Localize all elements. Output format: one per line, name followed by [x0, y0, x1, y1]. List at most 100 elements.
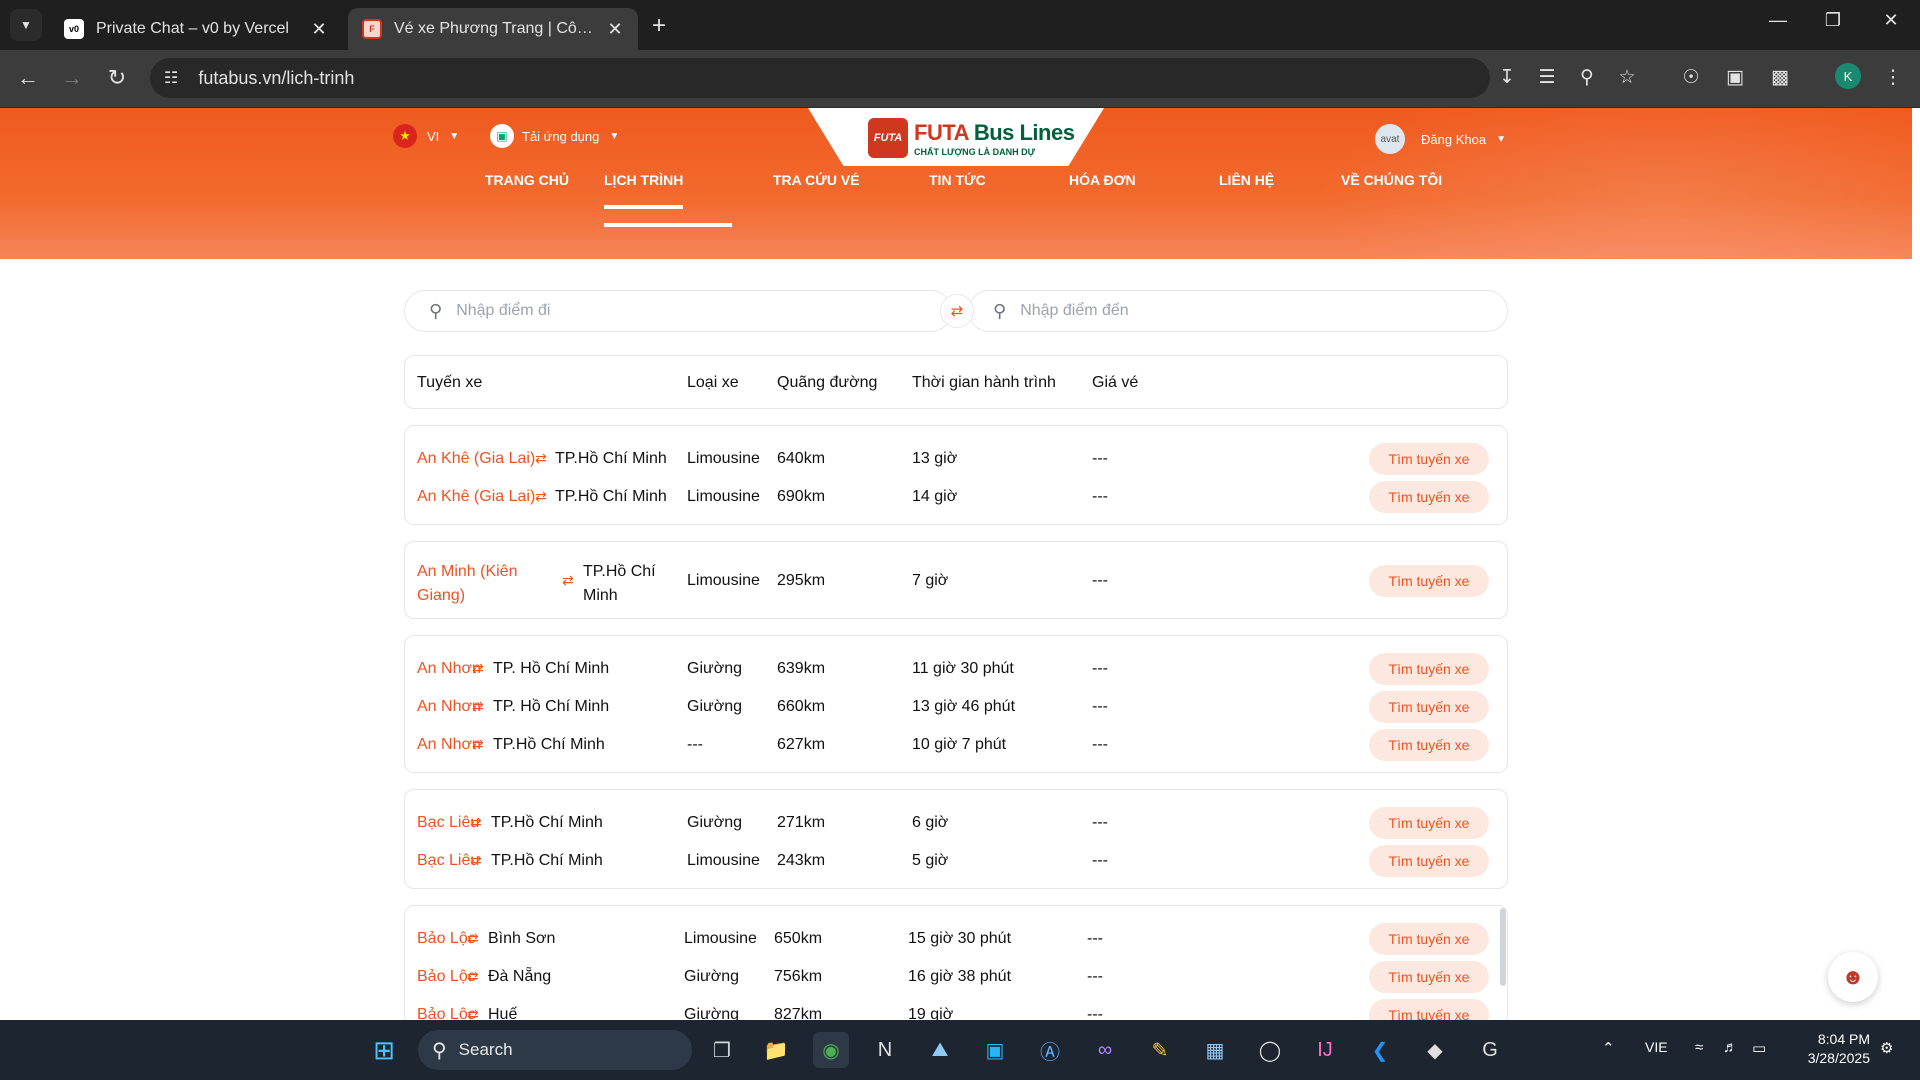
- find-route-button[interactable]: Tìm tuyến xe: [1369, 481, 1489, 513]
- route-to: TP.Hồ Chí Minh: [491, 852, 603, 869]
- to-search-input[interactable]: ⚲ Nhập điểm đến: [968, 290, 1508, 332]
- find-route-button[interactable]: Tìm tuyến xe: [1369, 691, 1489, 723]
- from-search-input[interactable]: ⚲ Nhập điểm đi: [404, 290, 952, 332]
- zoom-icon[interactable]: ⚲: [1572, 66, 1602, 89]
- unity-icon[interactable]: ◆: [1417, 1032, 1453, 1068]
- ssms-icon[interactable]: ▦: [1197, 1032, 1233, 1068]
- logo-container[interactable]: FUTA FUTA Bus Lines CHẤT LƯỢNG LÀ DANH D…: [808, 108, 1104, 166]
- clock-date: 3/28/2025: [1807, 1050, 1870, 1066]
- price: ---: [1092, 450, 1108, 467]
- column-price: Giá vé: [1092, 374, 1139, 391]
- swap-arrows-icon[interactable]: ⇄: [940, 294, 974, 328]
- nav-item-contact[interactable]: Liên hệ: [1219, 172, 1274, 188]
- forward-arrow-icon[interactable]: →: [58, 65, 86, 91]
- new-tab-plus-icon[interactable]: +: [652, 12, 666, 40]
- user-menu[interactable]: avat Đăng Khoa ▼: [1375, 124, 1506, 154]
- browser-tab-futa[interactable]: F Vé xe Phương Trang | Công ty c ✕: [348, 8, 638, 50]
- photos-icon[interactable]: ⛰: [922, 1032, 958, 1068]
- tray-chevron-up-icon[interactable]: ⌃: [1602, 1039, 1615, 1057]
- translate-icon[interactable]: ☰: [1532, 66, 1562, 89]
- extensions-puzzle-icon[interactable]: ▩: [1765, 66, 1795, 89]
- wifi-icon[interactable]: ≈: [1695, 1039, 1703, 1056]
- table-row: An Nhơn ⇄ TP. Hồ Chí Minh Giường 639km 1…: [405, 650, 1507, 688]
- nav-item-invoice[interactable]: Hóa đơn: [1069, 172, 1136, 188]
- find-route-button[interactable]: Tìm tuyến xe: [1369, 653, 1489, 685]
- find-route-button[interactable]: Tìm tuyến xe: [1369, 845, 1489, 877]
- table-row: An Nhơn ⇄ TP.Hồ Chí Minh --- 627km 10 gi…: [405, 726, 1507, 764]
- profile-avatar[interactable]: K: [1835, 63, 1861, 89]
- inner-scrollbar[interactable]: [1500, 908, 1506, 986]
- from-placeholder: Nhập điểm đi: [456, 302, 551, 319]
- notification-bell-icon[interactable]: ⚙: [1880, 1039, 1893, 1057]
- find-route-button[interactable]: Tìm tuyến xe: [1369, 729, 1489, 761]
- route-to: TP. Hồ Chí Minh: [493, 698, 610, 715]
- support-chat-avatar-icon[interactable]: ☻: [1828, 952, 1878, 1002]
- install-app-icon[interactable]: ↧: [1492, 66, 1522, 89]
- duration: 7 giờ: [912, 572, 949, 589]
- taskbar-search[interactable]: ⚲ Search: [418, 1030, 692, 1070]
- url-text[interactable]: futabus.vn/lich-trinh: [198, 68, 354, 89]
- route-from[interactable]: An Minh (Kiên Giang): [417, 560, 537, 608]
- close-icon[interactable]: ✕: [606, 19, 624, 40]
- language-indicator[interactable]: VIE: [1645, 1039, 1668, 1055]
- route-group: Bạc Liêu ⇄ TP.Hồ Chí Minh Giường 271km 6…: [404, 789, 1508, 889]
- nav-item-schedule[interactable]: Lịch trình: [604, 172, 684, 209]
- site-info-icon[interactable]: ☷: [164, 68, 178, 88]
- nav-item-ticket-lookup[interactable]: Tra cứu vé: [773, 172, 860, 188]
- restore-icon[interactable]: ❐: [1813, 10, 1853, 31]
- close-window-icon[interactable]: ✕: [1871, 10, 1911, 31]
- reload-icon[interactable]: ↻: [103, 65, 131, 91]
- bookmark-star-icon[interactable]: ☆: [1612, 66, 1642, 89]
- app-store-icon[interactable]: Ⓐ: [1032, 1032, 1068, 1068]
- paint-icon[interactable]: ✎: [1142, 1032, 1178, 1068]
- extension-translate-icon[interactable]: ▣: [1720, 66, 1750, 89]
- route-from[interactable]: An Khê (Gia Lai): [417, 450, 535, 468]
- back-arrow-icon[interactable]: ←: [14, 65, 42, 91]
- route-group: An Khê (Gia Lai) ⇄ TP.Hồ Chí Minh Limous…: [404, 425, 1508, 525]
- route-to: TP.Hồ Chí Minh: [583, 563, 656, 604]
- route-from[interactable]: An Khê (Gia Lai): [417, 488, 535, 506]
- price: ---: [1087, 930, 1103, 947]
- task-view-icon[interactable]: ❐: [704, 1032, 740, 1068]
- find-route-button[interactable]: Tìm tuyến xe: [1369, 807, 1489, 839]
- minimize-icon[interactable]: —: [1758, 10, 1798, 31]
- vscode-icon[interactable]: ❮: [1362, 1032, 1398, 1068]
- omnibox[interactable]: ☷ futabus.vn/lich-trinh: [150, 58, 1490, 98]
- eclipse-icon[interactable]: ◯: [1252, 1032, 1288, 1068]
- vehicle-type: Giường: [684, 968, 739, 985]
- windows-start-icon[interactable]: ⊞: [366, 1032, 402, 1068]
- windows-taskbar: ⊞ ⚲ Search ❐ 📁 ◉ N ⛰ ▣ Ⓐ ∞ ✎ ▦ ◯ IJ ❮ ◆ …: [0, 1020, 1920, 1080]
- find-route-button[interactable]: Tìm tuyến xe: [1369, 923, 1489, 955]
- remote-desktop-icon[interactable]: ▣: [977, 1032, 1013, 1068]
- taskbar-clock[interactable]: 8:04 PM 3/28/2025: [1790, 1030, 1870, 1068]
- browser-menu-icon[interactable]: ⋮: [1878, 66, 1908, 89]
- visual-studio-icon[interactable]: ∞: [1087, 1032, 1123, 1068]
- find-route-button[interactable]: Tìm tuyến xe: [1369, 443, 1489, 475]
- nav-item-home[interactable]: Trang chủ: [485, 172, 569, 188]
- nav-item-news[interactable]: Tin tức: [929, 172, 986, 188]
- chrome-icon[interactable]: ◉: [813, 1032, 849, 1068]
- extension-compass-icon[interactable]: ☉: [1676, 66, 1706, 89]
- close-icon[interactable]: ✕: [310, 19, 328, 40]
- intellij-icon[interactable]: IJ: [1307, 1032, 1343, 1068]
- tab-title: Vé xe Phương Trang | Công ty c: [394, 20, 598, 37]
- browser-tab-v0[interactable]: v0 Private Chat – v0 by Vercel ✕: [50, 8, 342, 50]
- vehicle-type: Limousine: [687, 852, 760, 869]
- vehicle-type: Giường: [687, 698, 742, 715]
- find-route-button[interactable]: Tìm tuyến xe: [1369, 961, 1489, 993]
- tab-search-chevron-icon[interactable]: ▼: [10, 9, 42, 41]
- language-selector[interactable]: ★ VI ▼: [393, 124, 459, 148]
- vietnam-flag-icon: ★: [393, 124, 417, 148]
- nav-item-about[interactable]: Về chúng tôi: [1341, 172, 1442, 188]
- battery-icon[interactable]: ▭: [1752, 1039, 1766, 1057]
- table-row: An Khê (Gia Lai) ⇄ TP.Hồ Chí Minh Limous…: [405, 440, 1507, 478]
- table-row: Bảo Lộc ⇄ Đà Nẵng Giường 756km 16 giờ 38…: [405, 958, 1507, 996]
- github-copilot-icon[interactable]: G: [1472, 1032, 1508, 1068]
- download-app-dropdown[interactable]: ▣ Tải ứng dụng ▼: [490, 124, 619, 148]
- notion-icon[interactable]: N: [867, 1032, 903, 1068]
- file-explorer-icon[interactable]: 📁: [758, 1032, 794, 1068]
- route-arrow-icon: ⇄: [472, 698, 484, 714]
- route-to: Bình Sơn: [488, 930, 556, 947]
- find-route-button[interactable]: Tìm tuyến xe: [1369, 565, 1489, 597]
- volume-icon[interactable]: ♬: [1723, 1039, 1738, 1056]
